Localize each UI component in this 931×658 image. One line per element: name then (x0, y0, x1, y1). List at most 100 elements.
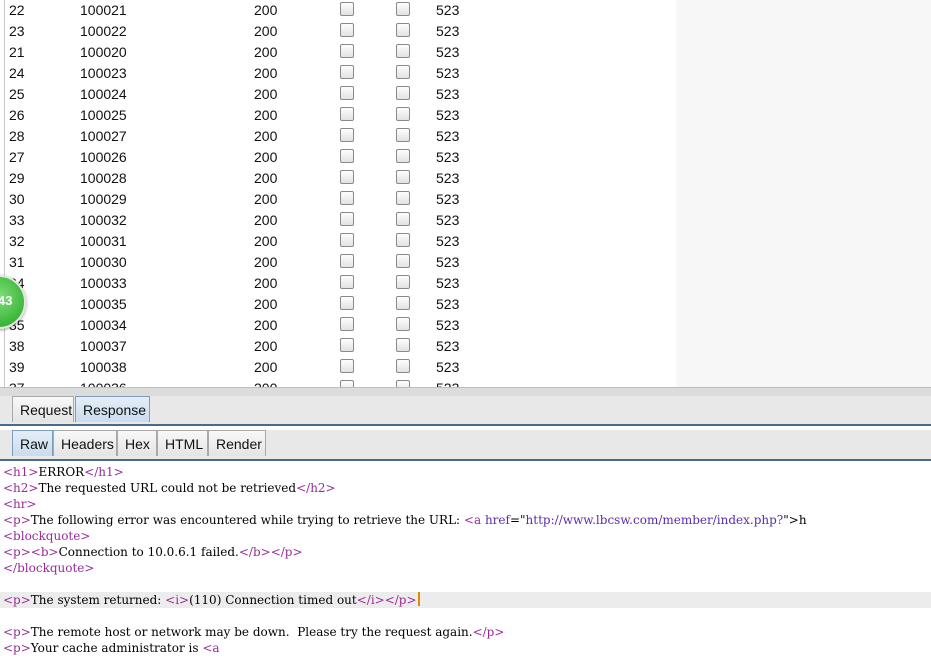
error-checkbox[interactable] (340, 2, 354, 16)
table-row[interactable]: 33 100032 200 523 (0, 210, 676, 231)
error-checkbox[interactable] (340, 65, 354, 79)
table-row[interactable]: 38 100037 200 523 (0, 336, 676, 357)
timeout-checkbox[interactable] (396, 254, 410, 268)
status-cell: 200 (254, 128, 278, 144)
error-checkbox[interactable] (340, 191, 354, 205)
timeout-checkbox[interactable] (396, 233, 410, 247)
request-number-cell: 22 (9, 2, 25, 18)
html-tag-token: </h1> (84, 465, 124, 479)
html-tag-token: </h2> (296, 481, 336, 495)
tab-html[interactable]: HTML (157, 430, 208, 456)
tab-raw[interactable]: Raw (12, 430, 53, 456)
timeout-checkbox[interactable] (396, 212, 410, 226)
error-checkbox[interactable] (340, 338, 354, 352)
timeout-checkbox[interactable] (396, 275, 410, 289)
timeout-checkbox[interactable] (396, 149, 410, 163)
table-row[interactable]: 23 100022 200 523 (0, 21, 676, 42)
tab-request[interactable]: Request (12, 396, 74, 422)
error-checkbox[interactable] (340, 170, 354, 184)
table-row[interactable]: 27 100026 200 523 (0, 147, 676, 168)
request-number-cell: 32 (9, 233, 25, 249)
table-row[interactable]: 39 100038 200 523 (0, 357, 676, 378)
html-tag-token: <p> (3, 625, 31, 639)
code-line: <p>The remote host or network may be dow… (3, 624, 504, 640)
timeout-checkbox[interactable] (396, 317, 410, 331)
table-row[interactable]: 36100035200523 (0, 294, 676, 315)
error-checkbox[interactable] (340, 107, 354, 121)
timeout-checkbox[interactable] (396, 170, 410, 184)
error-checkbox[interactable] (340, 23, 354, 37)
error-checkbox[interactable] (340, 233, 354, 247)
html-tag-token: <hr> (3, 497, 37, 511)
raw-response-editor[interactable]: <h1>ERROR</h1> <h2>The requested URL coul… (0, 462, 931, 658)
tab-underline (0, 459, 931, 461)
error-checkbox[interactable] (340, 254, 354, 268)
length-cell: 523 (436, 65, 460, 81)
payload-cell: 100025 (80, 107, 127, 123)
timeout-checkbox[interactable] (396, 296, 410, 310)
table-row[interactable]: 34100033200523 (0, 273, 676, 294)
table-row[interactable]: 30 100029 200 523 (0, 189, 676, 210)
payload-cell: 100033 (80, 275, 127, 291)
payload-cell: 100022 (80, 23, 127, 39)
html-tag-token: <p><b> (3, 545, 59, 559)
timeout-checkbox[interactable] (396, 359, 410, 373)
text-caret (417, 592, 420, 606)
code-line: <h2>The requested URL could not be retri… (3, 480, 336, 496)
table-row[interactable]: 26 100025 200 523 (0, 105, 676, 126)
error-checkbox[interactable] (340, 275, 354, 289)
length-cell: 523 (436, 191, 460, 207)
length-cell: 523 (436, 359, 460, 375)
length-cell: 523 (436, 170, 460, 186)
table-row[interactable]: 25 100024 200 523 (0, 84, 676, 105)
table-row[interactable]: 31 100030 200 523 (0, 252, 676, 273)
table-row[interactable]: 28 100027 200 523 (0, 126, 676, 147)
timeout-checkbox[interactable] (396, 380, 410, 387)
timeout-checkbox[interactable] (396, 65, 410, 79)
timeout-checkbox[interactable] (396, 44, 410, 58)
table-row[interactable]: 32 100031 200 523 (0, 231, 676, 252)
timeout-checkbox[interactable] (396, 128, 410, 142)
text-token: The system returned: (30, 593, 166, 607)
html-tag-token: <h1> (3, 465, 39, 479)
table-row[interactable]: 35 100034 200 523 (0, 315, 676, 336)
table-row[interactable]: 21 100020 200 523 (0, 42, 676, 63)
table-row[interactable]: 37 100036 200 523 (0, 378, 676, 387)
request-number-cell: 24 (9, 65, 25, 81)
code-line: <blockquote> (3, 528, 90, 544)
tab-response[interactable]: Response (75, 396, 150, 422)
table-row[interactable]: 24 100023 200 523 (0, 63, 676, 84)
table-row[interactable]: 22 100021 200 523 (0, 0, 676, 21)
text-token: The remote host or network may be down. … (30, 625, 473, 639)
length-cell: 523 (436, 212, 460, 228)
error-checkbox[interactable] (340, 86, 354, 100)
error-checkbox[interactable] (340, 359, 354, 373)
tab-headers[interactable]: Headers (53, 430, 117, 456)
status-cell: 200 (254, 212, 278, 228)
timeout-checkbox[interactable] (396, 191, 410, 205)
tab-render[interactable]: Render (208, 430, 266, 456)
table-row[interactable]: 29 100028 200 523 (0, 168, 676, 189)
status-cell: 200 (254, 149, 278, 165)
error-checkbox[interactable] (340, 44, 354, 58)
payload-cell: 100029 (80, 191, 127, 207)
error-checkbox[interactable] (340, 317, 354, 331)
error-checkbox[interactable] (340, 128, 354, 142)
code-line: <p>The system returned: <i>(110) Connect… (0, 592, 931, 608)
length-cell: 523 (436, 2, 460, 18)
text-token: ">h (783, 513, 807, 527)
request-number-cell: 29 (9, 170, 25, 186)
results-table: 22 100021 200 523 23 100022 200 523 21 100020 200 5… (0, 0, 931, 387)
error-checkbox[interactable] (340, 149, 354, 163)
html-tag-token: </i></p> (356, 593, 417, 607)
timeout-checkbox[interactable] (396, 107, 410, 121)
timeout-checkbox[interactable] (396, 2, 410, 16)
html-tag-token: <p> (3, 641, 31, 655)
error-checkbox[interactable] (340, 296, 354, 310)
tab-hex[interactable]: Hex (117, 430, 157, 456)
error-checkbox[interactable] (340, 212, 354, 226)
timeout-checkbox[interactable] (396, 86, 410, 100)
timeout-checkbox[interactable] (396, 338, 410, 352)
error-checkbox[interactable] (340, 380, 354, 387)
timeout-checkbox[interactable] (396, 23, 410, 37)
